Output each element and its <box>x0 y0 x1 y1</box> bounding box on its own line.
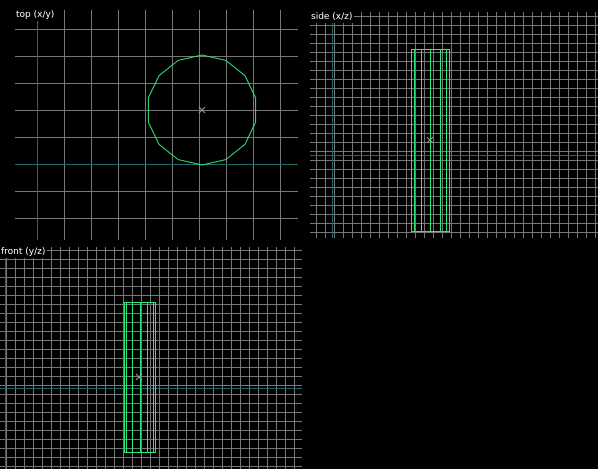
viewport-top-label: top (x/y) <box>15 10 57 21</box>
editor-viewports: top (x/y) side (x/z) front (y/z) <box>0 0 598 469</box>
viewport-top[interactable]: top (x/y) <box>15 10 298 240</box>
viewport-front-label: front (y/z) <box>0 247 48 258</box>
viewport-front-canvas[interactable] <box>0 247 302 469</box>
grid <box>15 10 298 240</box>
grid <box>0 247 302 469</box>
viewport-side[interactable]: side (x/z) <box>310 12 598 238</box>
viewport-top-canvas[interactable] <box>15 10 298 240</box>
grid <box>310 12 598 238</box>
viewport-side-label: side (x/z) <box>310 12 355 23</box>
viewport-front[interactable]: front (y/z) <box>0 247 302 469</box>
viewport-side-canvas[interactable] <box>310 12 598 238</box>
